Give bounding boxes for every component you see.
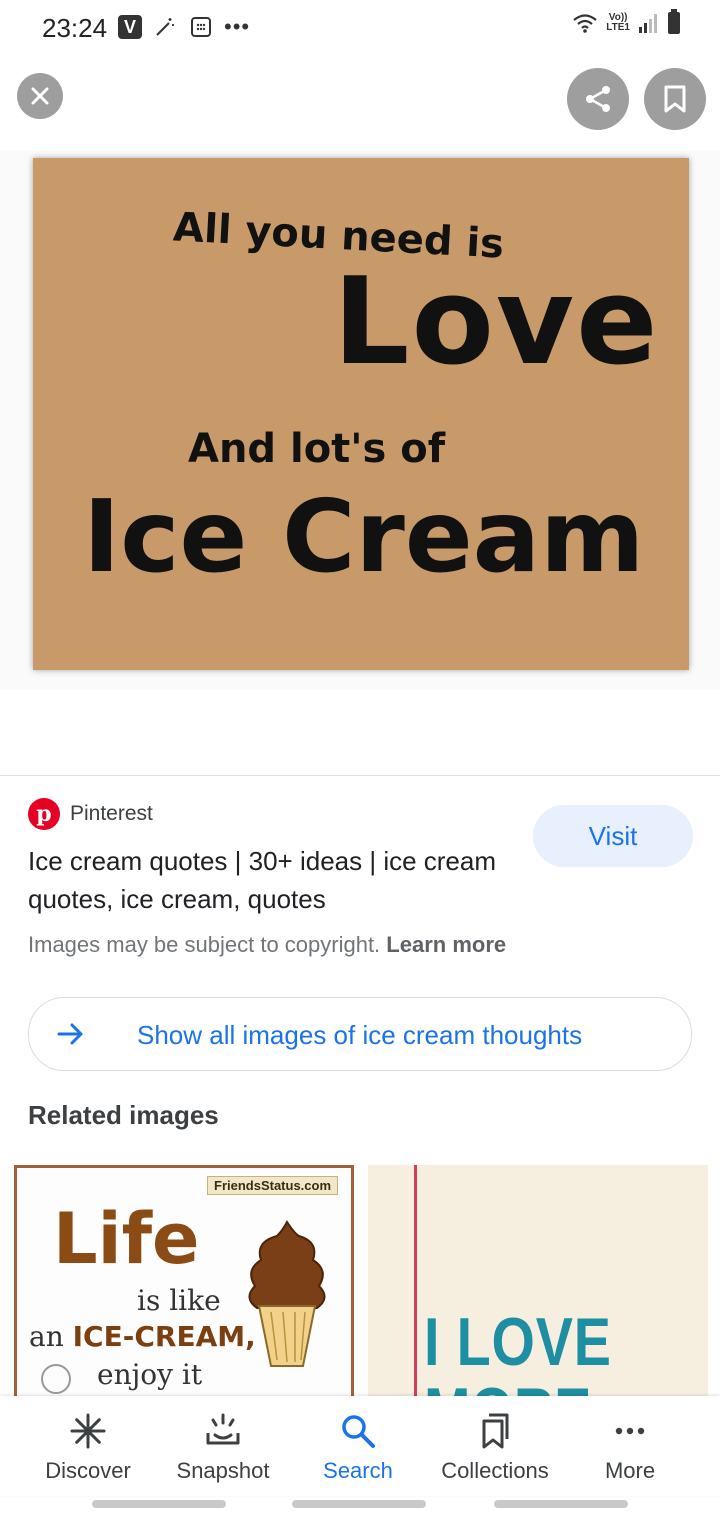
gesture-bar-right[interactable]	[494, 1500, 628, 1508]
signal-icon	[639, 14, 657, 33]
ice-cream-cone-icon	[248, 1220, 326, 1367]
show-all-images-label: Show all images of ice cream thoughts	[137, 1020, 583, 1050]
source-row[interactable]: p Pinterest	[28, 798, 153, 830]
visit-button[interactable]: Visit	[533, 805, 693, 867]
asterisk-icon	[70, 1413, 106, 1449]
status-notification-icons: V •••	[118, 14, 250, 40]
thumb1-ice-cream: ICE-CREAM,	[72, 1320, 256, 1353]
wifi-icon	[573, 14, 597, 33]
thumb1-brand: FriendsStatus.com	[207, 1176, 339, 1195]
image-text-line4: Ice Cream	[83, 478, 645, 595]
save-to-collection-button[interactable]	[644, 68, 706, 130]
image-text-line3: And lot's of	[188, 426, 446, 472]
close-icon	[31, 87, 49, 105]
gesture-bar-left[interactable]	[92, 1500, 226, 1508]
smiley-icon	[41, 1364, 71, 1394]
more-icon	[615, 1427, 645, 1435]
nav-collections-label: Collections	[441, 1458, 549, 1483]
search-icon	[342, 1415, 375, 1448]
nav-more-label: More	[604, 1458, 656, 1483]
copyright-text: Images may be subject to copyright.	[28, 932, 381, 957]
status-system-icons: Vo)) LTE1	[572, 9, 680, 34]
thumb1-enjoy: enjoy it	[97, 1358, 203, 1391]
calculator-icon	[188, 14, 214, 40]
bottom-navigation: Discover Snapshot Search Collections Mor…	[0, 1396, 720, 1496]
collections-icon	[482, 1413, 509, 1449]
magic-wand-icon	[152, 14, 178, 40]
more-notifications-icon: •••	[224, 14, 251, 39]
share-icon	[586, 86, 610, 112]
pinterest-logo-icon: p	[28, 798, 60, 830]
thumb1-life: Life	[53, 1198, 200, 1280]
nav-discover[interactable]: Discover	[18, 1410, 158, 1484]
status-time: 23:24	[42, 13, 108, 43]
battery-icon	[668, 9, 680, 34]
nav-search-label: Search	[323, 1458, 393, 1483]
arrow-right-icon	[57, 1023, 83, 1045]
show-all-images-button[interactable]: Show all images of ice cream thoughts	[28, 997, 692, 1071]
nav-discover-label: Discover	[45, 1458, 131, 1483]
nav-search[interactable]: Search	[288, 1410, 428, 1484]
related-image-2[interactable]: I LOVE YOU MORE THAN	[368, 1165, 708, 1405]
thumb2-accent-line	[414, 1165, 417, 1405]
section-divider	[0, 775, 720, 776]
quote-image: All you need is Love And lot's of Ice Cr…	[33, 158, 689, 670]
close-button[interactable]	[17, 73, 63, 119]
status-bar: 23:24 V ••• Vo)) LTE1	[0, 0, 720, 56]
main-image[interactable]: All you need is Love And lot's of Ice Cr…	[0, 150, 720, 690]
related-images-heading: Related images	[28, 1100, 219, 1130]
image-text-line2: Love	[333, 253, 660, 392]
share-button[interactable]	[567, 68, 629, 130]
network-type: Vo)) LTE1	[606, 13, 630, 33]
nav-collections[interactable]: Collections	[425, 1410, 565, 1484]
nav-more[interactable]: More	[560, 1410, 700, 1484]
nav-snapshot-label: Snapshot	[176, 1458, 270, 1483]
source-name: Pinterest	[70, 802, 153, 825]
snapshot-icon	[206, 1413, 240, 1445]
copyright-notice: Images may be subject to copyright. Lear…	[28, 932, 506, 958]
app-badge-icon: V	[118, 15, 142, 39]
nav-snapshot[interactable]: Snapshot	[153, 1410, 293, 1484]
thumb1-is-like: is like	[137, 1284, 221, 1317]
related-image-1[interactable]: FriendsStatus.com Life is like an ICE-CR…	[14, 1165, 354, 1405]
result-title[interactable]: Ice cream quotes | 30+ ideas | ice cream…	[28, 842, 508, 918]
lte-label: LTE1	[606, 22, 630, 33]
bookmark-icon	[664, 85, 686, 113]
thumb1-an-line: an ICE-CREAM,	[29, 1320, 256, 1353]
gesture-bar-center[interactable]	[292, 1500, 426, 1508]
thumb1-an: an	[29, 1320, 64, 1353]
learn-more-link[interactable]: Learn more	[386, 932, 506, 957]
